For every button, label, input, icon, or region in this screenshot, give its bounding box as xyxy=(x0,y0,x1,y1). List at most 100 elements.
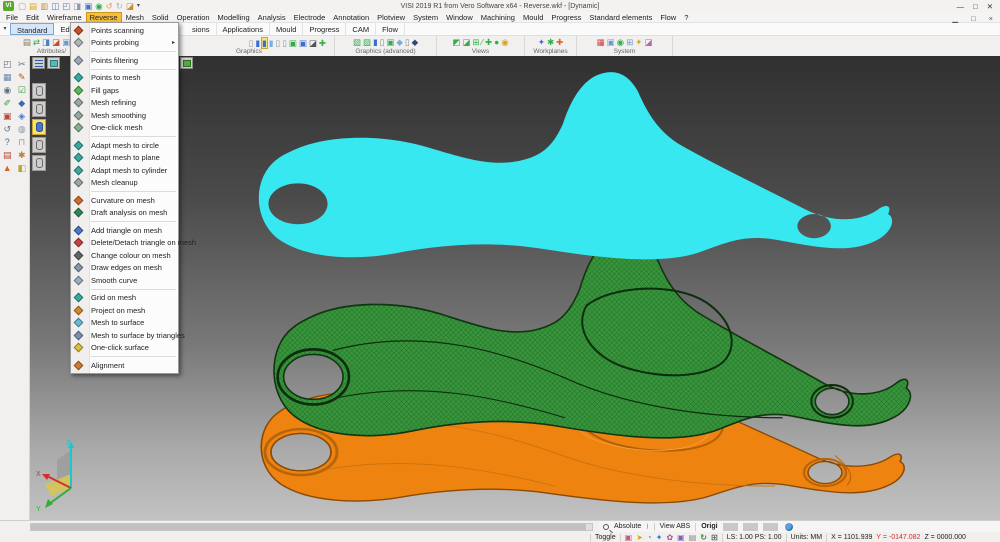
validate-icon[interactable]: ☑ xyxy=(15,85,30,96)
undo-icon[interactable]: ↺ xyxy=(106,1,113,11)
menu-progress[interactable]: Progress xyxy=(547,12,585,23)
transparent-mode-icon[interactable]: ▮ xyxy=(269,38,274,48)
flame-icon[interactable]: ▲ xyxy=(0,163,15,174)
scrollbar-thumb[interactable] xyxy=(31,524,586,530)
undo-step-icon[interactable]: ↺ xyxy=(0,124,15,135)
menu-item-adapt-mesh-plane[interactable]: Adapt mesh to plane xyxy=(71,152,178,165)
child-minimize-button[interactable]: ▁ xyxy=(948,13,962,24)
window-grid-icon[interactable]: ⊞ xyxy=(626,37,633,47)
menu-item-delete-triangle[interactable]: Delete/Detach triangle on mesh xyxy=(71,237,178,250)
view-front-icon[interactable]: ◪ xyxy=(462,37,470,47)
menu-solid[interactable]: Solid xyxy=(148,12,173,23)
brush-icon[interactable]: ✐ xyxy=(0,98,15,109)
tab-mould[interactable]: Mould xyxy=(270,23,303,35)
redo-icon[interactable]: ↻ xyxy=(116,1,123,11)
view-axis-icon[interactable]: ∕ xyxy=(482,37,483,47)
solid-box-icon[interactable]: ▣ xyxy=(677,533,685,542)
cursor-icon[interactable]: ➤ xyxy=(636,533,643,542)
layer-green-icon[interactable]: ▣ xyxy=(289,38,297,48)
menu-item-adapt-mesh-cylinder[interactable]: Adapt mesh to cylinder xyxy=(71,164,178,177)
partial-view-icon[interactable]: ◔ xyxy=(647,533,652,542)
menu-flow[interactable]: Flow xyxy=(656,12,680,23)
menu-item-mesh-cleanup[interactable]: Mesh cleanup xyxy=(71,177,178,190)
spark-icon[interactable]: ✦ xyxy=(635,37,642,47)
attributes-swap-icon[interactable]: ⇄ xyxy=(33,37,40,47)
child-close-button[interactable]: × xyxy=(985,13,997,24)
entity-info-icon[interactable]: ✦ xyxy=(656,533,663,542)
level-button-4[interactable] xyxy=(32,137,46,153)
menu-analysis[interactable]: Analysis xyxy=(254,12,290,23)
plane-icon[interactable]: ◪ xyxy=(644,37,652,47)
layer-blue-icon[interactable]: ▣ xyxy=(299,38,307,48)
menu-mesh[interactable]: Mesh xyxy=(122,12,148,23)
menu-plotview[interactable]: Plotview xyxy=(373,12,409,23)
close-button[interactable]: ✕ xyxy=(987,2,993,11)
menu-item-grid-on-mesh[interactable]: Grid on mesh xyxy=(71,292,178,305)
grid-icon[interactable]: ⊞ xyxy=(711,533,718,542)
blob-icon[interactable]: ◍ xyxy=(15,124,30,135)
sketch-icon[interactable]: ✎ xyxy=(15,72,30,83)
section-icon[interactable]: ▧ xyxy=(353,37,361,47)
open-folder-icon[interactable]: ▤ xyxy=(29,1,37,11)
view-abs-label[interactable]: View ABS xyxy=(660,523,691,530)
select-icon[interactable]: ◰ xyxy=(0,59,15,70)
gem-light-icon[interactable]: ◆ xyxy=(396,37,403,47)
chevron-right-icon[interactable]: ⟩ xyxy=(646,523,648,530)
level-button-5[interactable] xyxy=(32,155,46,171)
palette-icon[interactable]: ▦ xyxy=(597,37,605,47)
attributes-filter-icon[interactable]: ▣ xyxy=(62,37,70,47)
frame-select-icon[interactable]: ▦ xyxy=(0,72,15,83)
menu-help[interactable]: ? xyxy=(680,12,692,23)
absolute-mode-label[interactable]: Absolute xyxy=(614,523,641,530)
menu-item-smooth-curve[interactable]: Smooth curve xyxy=(71,274,178,287)
shaded-mode-icon[interactable]: ▮ xyxy=(255,38,260,48)
tab-sions[interactable]: sions xyxy=(186,23,217,35)
menu-electrode[interactable]: Electrode xyxy=(290,12,330,23)
refresh-icon[interactable]: ↻ xyxy=(700,533,707,542)
menu-system[interactable]: System xyxy=(409,12,442,23)
ghost-mode-icon[interactable]: ▯ xyxy=(282,38,287,48)
list-icon[interactable]: ▤ xyxy=(689,533,697,542)
save-all-icon[interactable]: ◰ xyxy=(62,1,70,11)
save-icon[interactable]: ◫ xyxy=(51,1,59,11)
tab-flow[interactable]: Flow xyxy=(376,23,405,35)
attributes-layer-icon[interactable]: ◨ xyxy=(42,37,50,47)
tab-applications[interactable]: Applications xyxy=(217,23,270,35)
clip-plane-icon[interactable]: ▨ xyxy=(363,37,371,47)
level-button-3-active[interactable] xyxy=(32,119,46,135)
menu-machining[interactable]: Machining xyxy=(477,12,519,23)
shield-icon[interactable]: ◆ xyxy=(412,37,419,47)
menu-item-mesh-to-surface-triangles[interactable]: Mesh to surface by triangles xyxy=(71,329,178,342)
menu-item-draft-analysis[interactable]: Draft analysis on mesh xyxy=(71,207,178,220)
menu-item-draw-edges[interactable]: Draw edges on mesh xyxy=(71,262,178,275)
origin-label[interactable]: Origi xyxy=(701,523,717,530)
menu-item-change-colour[interactable]: Change colour on mesh xyxy=(71,249,178,262)
trim-icon[interactable]: ✂ xyxy=(15,59,30,70)
search-icon[interactable] xyxy=(603,524,609,530)
surface-icon[interactable]: ◈ xyxy=(15,111,30,122)
cylinder-gray-icon[interactable]: ▯ xyxy=(380,37,385,47)
pen-icon[interactable]: ◆ xyxy=(15,98,30,109)
workplane-icon[interactable]: ✦ xyxy=(538,37,545,47)
menu-item-project-on-mesh[interactable]: Project on mesh xyxy=(71,304,178,317)
tab-standard[interactable]: Standard xyxy=(10,23,54,35)
menu-reverse[interactable]: Reverse xyxy=(86,12,122,23)
menu-item-points-scanning[interactable]: Points scanning xyxy=(71,24,178,37)
level-button-2[interactable] xyxy=(32,101,46,117)
copy-icon[interactable]: ◨ xyxy=(73,1,81,11)
menu-item-one-click-mesh[interactable]: One-click mesh xyxy=(71,122,178,135)
snap-box-icon[interactable]: ▣ xyxy=(625,533,633,542)
menu-operation[interactable]: Operation xyxy=(173,12,214,23)
view-top-icon[interactable]: ◩ xyxy=(452,37,460,47)
snap-flower-icon[interactable]: ✿ xyxy=(666,533,673,542)
attributes-paint-icon[interactable]: ◪ xyxy=(52,37,60,47)
menu-file[interactable]: File xyxy=(2,12,22,23)
tab-progress[interactable]: Progress xyxy=(303,23,346,35)
menu-window[interactable]: Window xyxy=(442,12,477,23)
box-green-icon[interactable]: ▣ xyxy=(386,37,394,47)
stamp-icon[interactable]: ▣ xyxy=(0,111,15,122)
menu-item-mesh-refining[interactable]: Mesh refining xyxy=(71,97,178,110)
menu-item-alignment[interactable]: Alignment xyxy=(71,359,178,372)
menu-edit[interactable]: Edit xyxy=(22,12,43,23)
hamburger-menu-button[interactable] xyxy=(32,57,45,69)
